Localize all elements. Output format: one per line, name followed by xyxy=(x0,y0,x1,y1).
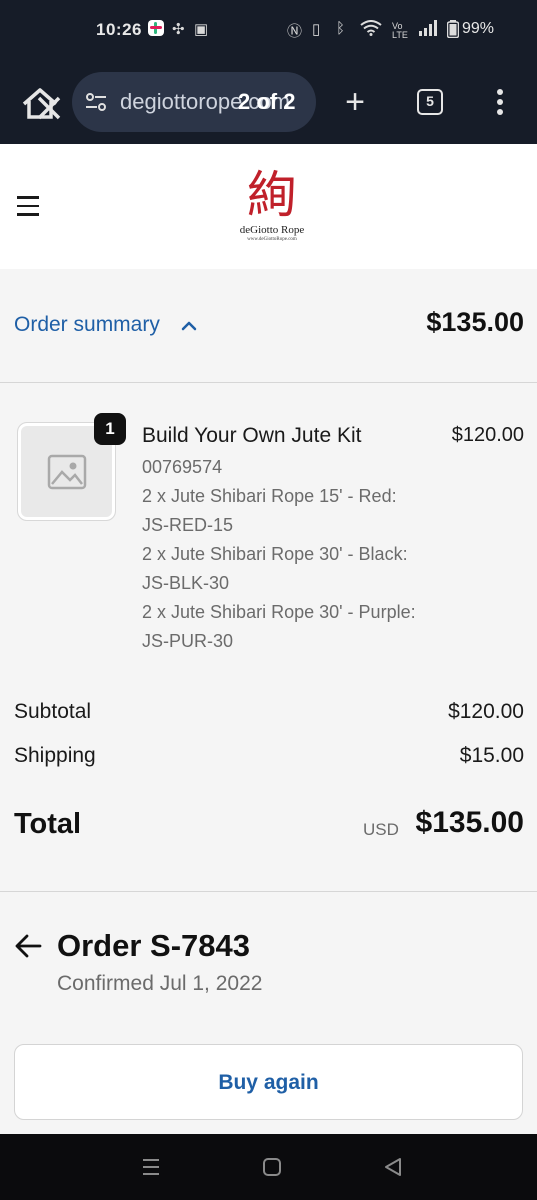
order-summary-label: Order summary xyxy=(14,313,160,336)
subtotal-label: Subtotal xyxy=(14,700,92,723)
product-title: Build Your Own Jute Kit xyxy=(142,424,362,447)
bluetooth-icon: ᛒ xyxy=(336,20,346,37)
kit-component: 2 x Jute Shibari Rope 15' - Red: JS-RED-… xyxy=(142,486,397,535)
find-in-page-count: 2 of 2 xyxy=(238,89,296,114)
signal-icon xyxy=(418,20,440,40)
total-value: $135.00 xyxy=(415,806,524,839)
slack-icon xyxy=(148,20,164,40)
logo-url: www.deGiottoRope.com xyxy=(247,237,297,242)
site-settings-icon[interactable] xyxy=(84,90,108,114)
clock: 10:26 xyxy=(96,20,142,39)
order-confirmed-date: Confirmed Jul 1, 2022 xyxy=(57,972,263,995)
product-price: $120.00 xyxy=(451,424,524,446)
kit-component: 2 x Jute Shibari Rope 30' - Purple: JS-P… xyxy=(142,602,416,651)
battery-icon xyxy=(446,20,460,42)
site-header: 絢 deGiotto Rope www.deGiottoRope.com xyxy=(0,144,537,269)
more-menu-icon[interactable] xyxy=(490,86,510,120)
site-logo[interactable]: 絢 deGiotto Rope www.deGiottoRope.com xyxy=(232,166,312,252)
buy-again-button[interactable]: Buy again xyxy=(14,1044,523,1120)
system-nav-bar xyxy=(0,1134,537,1200)
logo-name: deGiotto Rope xyxy=(239,224,305,236)
vibrate-icon: ▯ xyxy=(312,21,321,38)
shipping-row: Shipping $15.00 xyxy=(0,744,537,774)
divider xyxy=(0,891,537,892)
calendar-icon: ▣ xyxy=(194,21,209,38)
order-header: Order S-7843 Confirmed Jul 1, 2022 xyxy=(0,914,537,1004)
line-item: 1 Build Your Own Jute Kit $120.00 007695… xyxy=(0,404,537,664)
order-number: Order S-7843 xyxy=(57,928,250,963)
checkout-page: 絢 deGiotto Rope www.deGiottoRope.com Ord… xyxy=(0,144,537,1134)
battery-percent: 99% xyxy=(462,20,495,37)
back-arrow-icon[interactable] xyxy=(14,932,42,960)
total-row: Total USD $135.00 xyxy=(0,804,537,848)
fan-icon: ✣ xyxy=(172,21,185,38)
subtotal-row: Subtotal $120.00 xyxy=(0,700,537,730)
quantity-badge: 1 xyxy=(94,413,126,445)
total-label: Total xyxy=(14,808,82,840)
subtotal-value: $120.00 xyxy=(448,700,524,723)
product-sku: 00769574 xyxy=(142,457,223,477)
hamburger-menu-icon[interactable] xyxy=(17,196,39,216)
status-bar: 10:26 ✣ ▣ Ⓝ ▯ ᛒ Vo LTE 99% xyxy=(0,0,537,62)
summary-total: $135.00 xyxy=(426,307,524,337)
back-nav-icon[interactable] xyxy=(380,1154,406,1180)
browser-toolbar: degiottorope.com 2 of 2 + 5 xyxy=(0,62,537,144)
nfc-icon: Ⓝ xyxy=(287,23,303,40)
recent-apps-icon[interactable] xyxy=(138,1154,164,1180)
home-nav-icon[interactable] xyxy=(259,1154,285,1180)
shipping-value: $15.00 xyxy=(459,744,524,767)
currency-code: USD xyxy=(363,820,399,839)
order-summary-toggle[interactable]: Order summary $135.00 xyxy=(0,269,537,382)
chevron-up-icon xyxy=(181,319,197,331)
tab-switcher-button[interactable]: 5 xyxy=(417,89,443,115)
logo-kanji: 絢 xyxy=(247,166,297,224)
kit-component: 2 x Jute Shibari Rope 30' - Black: JS-BL… xyxy=(142,544,408,593)
volte-icon: Vo LTE xyxy=(392,21,408,40)
home-icon[interactable] xyxy=(20,84,62,122)
address-bar[interactable]: degiottorope.com 2 of 2 xyxy=(72,72,316,132)
divider xyxy=(0,382,537,383)
wifi-icon xyxy=(360,20,382,40)
new-tab-plus-icon[interactable]: + xyxy=(338,82,372,122)
image-placeholder-icon xyxy=(47,454,87,490)
shipping-label: Shipping xyxy=(14,744,96,767)
